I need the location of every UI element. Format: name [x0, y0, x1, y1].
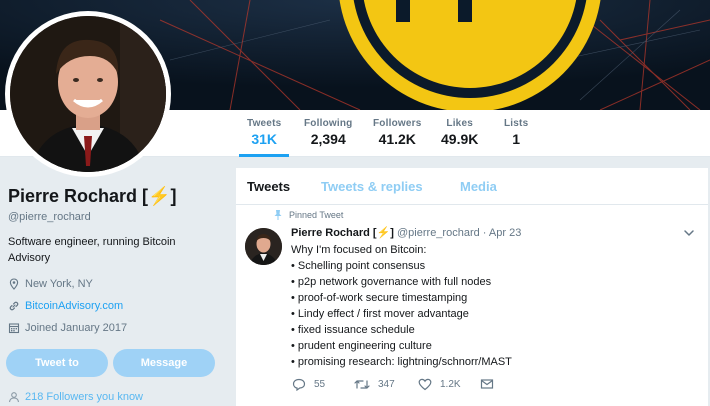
reply-icon — [292, 378, 306, 391]
joined-text: Joined January 2017 — [25, 322, 128, 334]
stat-value: 49.9K — [441, 131, 479, 147]
tweet-avatar-photo — [245, 228, 282, 265]
pin-icon — [274, 210, 282, 220]
stat-following[interactable]: Following 2,394 — [304, 118, 352, 147]
tweet-line: • fixed issuance schedule — [291, 324, 415, 336]
stat-value: 2,394 — [310, 131, 346, 147]
tweet-author-avatar[interactable] — [245, 228, 282, 265]
profile-bio: Software engineer, running Bitcoin Advis… — [8, 236, 176, 264]
stat-label: Likes — [446, 118, 473, 129]
dm-icon — [480, 379, 494, 389]
tweet-actions: 55 347 1.2K — [292, 378, 512, 394]
location-text: New York, NY — [25, 278, 93, 290]
link-icon — [9, 301, 19, 311]
retweet-button[interactable]: 347 — [354, 378, 395, 391]
profile-name: Pierre Rochard [⚡] — [8, 186, 176, 207]
tweet-line: • promising research: lightning/schnorr/… — [291, 356, 512, 368]
avatar-photo — [10, 16, 166, 172]
direct-message-button[interactable] — [480, 378, 494, 390]
retweet-icon — [354, 380, 370, 389]
stat-lists[interactable]: Lists 1 — [504, 118, 528, 147]
stat-value: 31K — [251, 131, 278, 147]
tweet-line: • p2p network governance with full nodes — [291, 276, 492, 288]
profile-name-text: Pierre Rochard [ — [8, 186, 149, 206]
stat-label: Lists — [504, 118, 529, 129]
tab-tweets-and-replies[interactable]: Tweets & replies — [321, 179, 423, 194]
tweet-line: • Lindy effect / first mover advantage — [291, 308, 469, 320]
calendar-icon — [8, 323, 20, 334]
profile-website[interactable]: BitcoinAdvisory.com — [8, 300, 123, 312]
chevron-down-icon[interactable] — [682, 226, 696, 240]
retweet-count: 347 — [378, 379, 395, 390]
tweet-line: • Schelling point consensus — [291, 260, 426, 272]
profile-joined: Joined January 2017 — [8, 322, 127, 334]
followers-you-know-link[interactable]: 218 Followers you know — [25, 391, 143, 403]
stat-label: Following — [304, 118, 353, 129]
timeline-panel: Tweets Tweets & replies Media Pinned Twe… — [236, 168, 708, 406]
tab-media[interactable]: Media — [460, 179, 497, 194]
tweet-to-button[interactable]: Tweet to — [6, 349, 108, 377]
tab-tweets[interactable]: Tweets — [247, 179, 290, 194]
tweet-date[interactable]: · Apr 23 — [483, 227, 522, 239]
profile-avatar[interactable] — [5, 11, 171, 177]
pinned-label: Pinned Tweet — [289, 210, 344, 220]
reply-count: 55 — [314, 379, 326, 390]
tweet-author-handle[interactable]: @pierre_rochard — [397, 227, 480, 239]
website-link[interactable]: BitcoinAdvisory.com — [25, 300, 123, 312]
tweet-line: Why I'm focused on Bitcoin: — [291, 244, 427, 256]
tweet-line: • prudent engineering culture — [291, 340, 432, 352]
stat-followers[interactable]: Followers 41.2K — [373, 118, 421, 147]
stat-value: 1 — [512, 131, 521, 147]
lightning-emoji: ⚡ — [148, 186, 171, 206]
tweet-text: Why I'm focused on Bitcoin: • Schelling … — [291, 242, 691, 370]
stat-label: Followers — [373, 118, 422, 129]
stat-value: 41.2K — [378, 131, 416, 147]
like-count: 1.2K — [440, 379, 461, 390]
tweet-author-name[interactable]: Pierre Rochard [⚡] — [291, 227, 394, 239]
profile-location: New York, NY — [8, 278, 93, 290]
tweet-header: Pierre Rochard [⚡] @pierre_rochard · Apr… — [291, 226, 521, 239]
tweet-line: • proof-of-work secure timestamping — [291, 292, 468, 304]
profile-handle[interactable]: @pierre_rochard — [8, 211, 91, 223]
like-button[interactable]: 1.2K — [418, 378, 461, 391]
followers-you-know[interactable]: 218 Followers you know — [8, 391, 143, 403]
stat-label: Tweets — [247, 118, 282, 129]
location-icon — [9, 278, 19, 290]
stat-tweets[interactable]: Tweets 31K — [238, 118, 290, 157]
profile-name-suffix: ] — [170, 186, 177, 206]
stat-likes[interactable]: Likes 49.9K — [441, 118, 478, 147]
pinned-indicator: Pinned Tweet — [274, 210, 343, 220]
followers-icon — [8, 392, 20, 403]
heart-icon — [418, 378, 432, 391]
timeline-tabs: Tweets Tweets & replies Media — [236, 168, 708, 205]
message-button[interactable]: Message — [113, 349, 215, 377]
reply-button[interactable]: 55 — [292, 378, 325, 391]
